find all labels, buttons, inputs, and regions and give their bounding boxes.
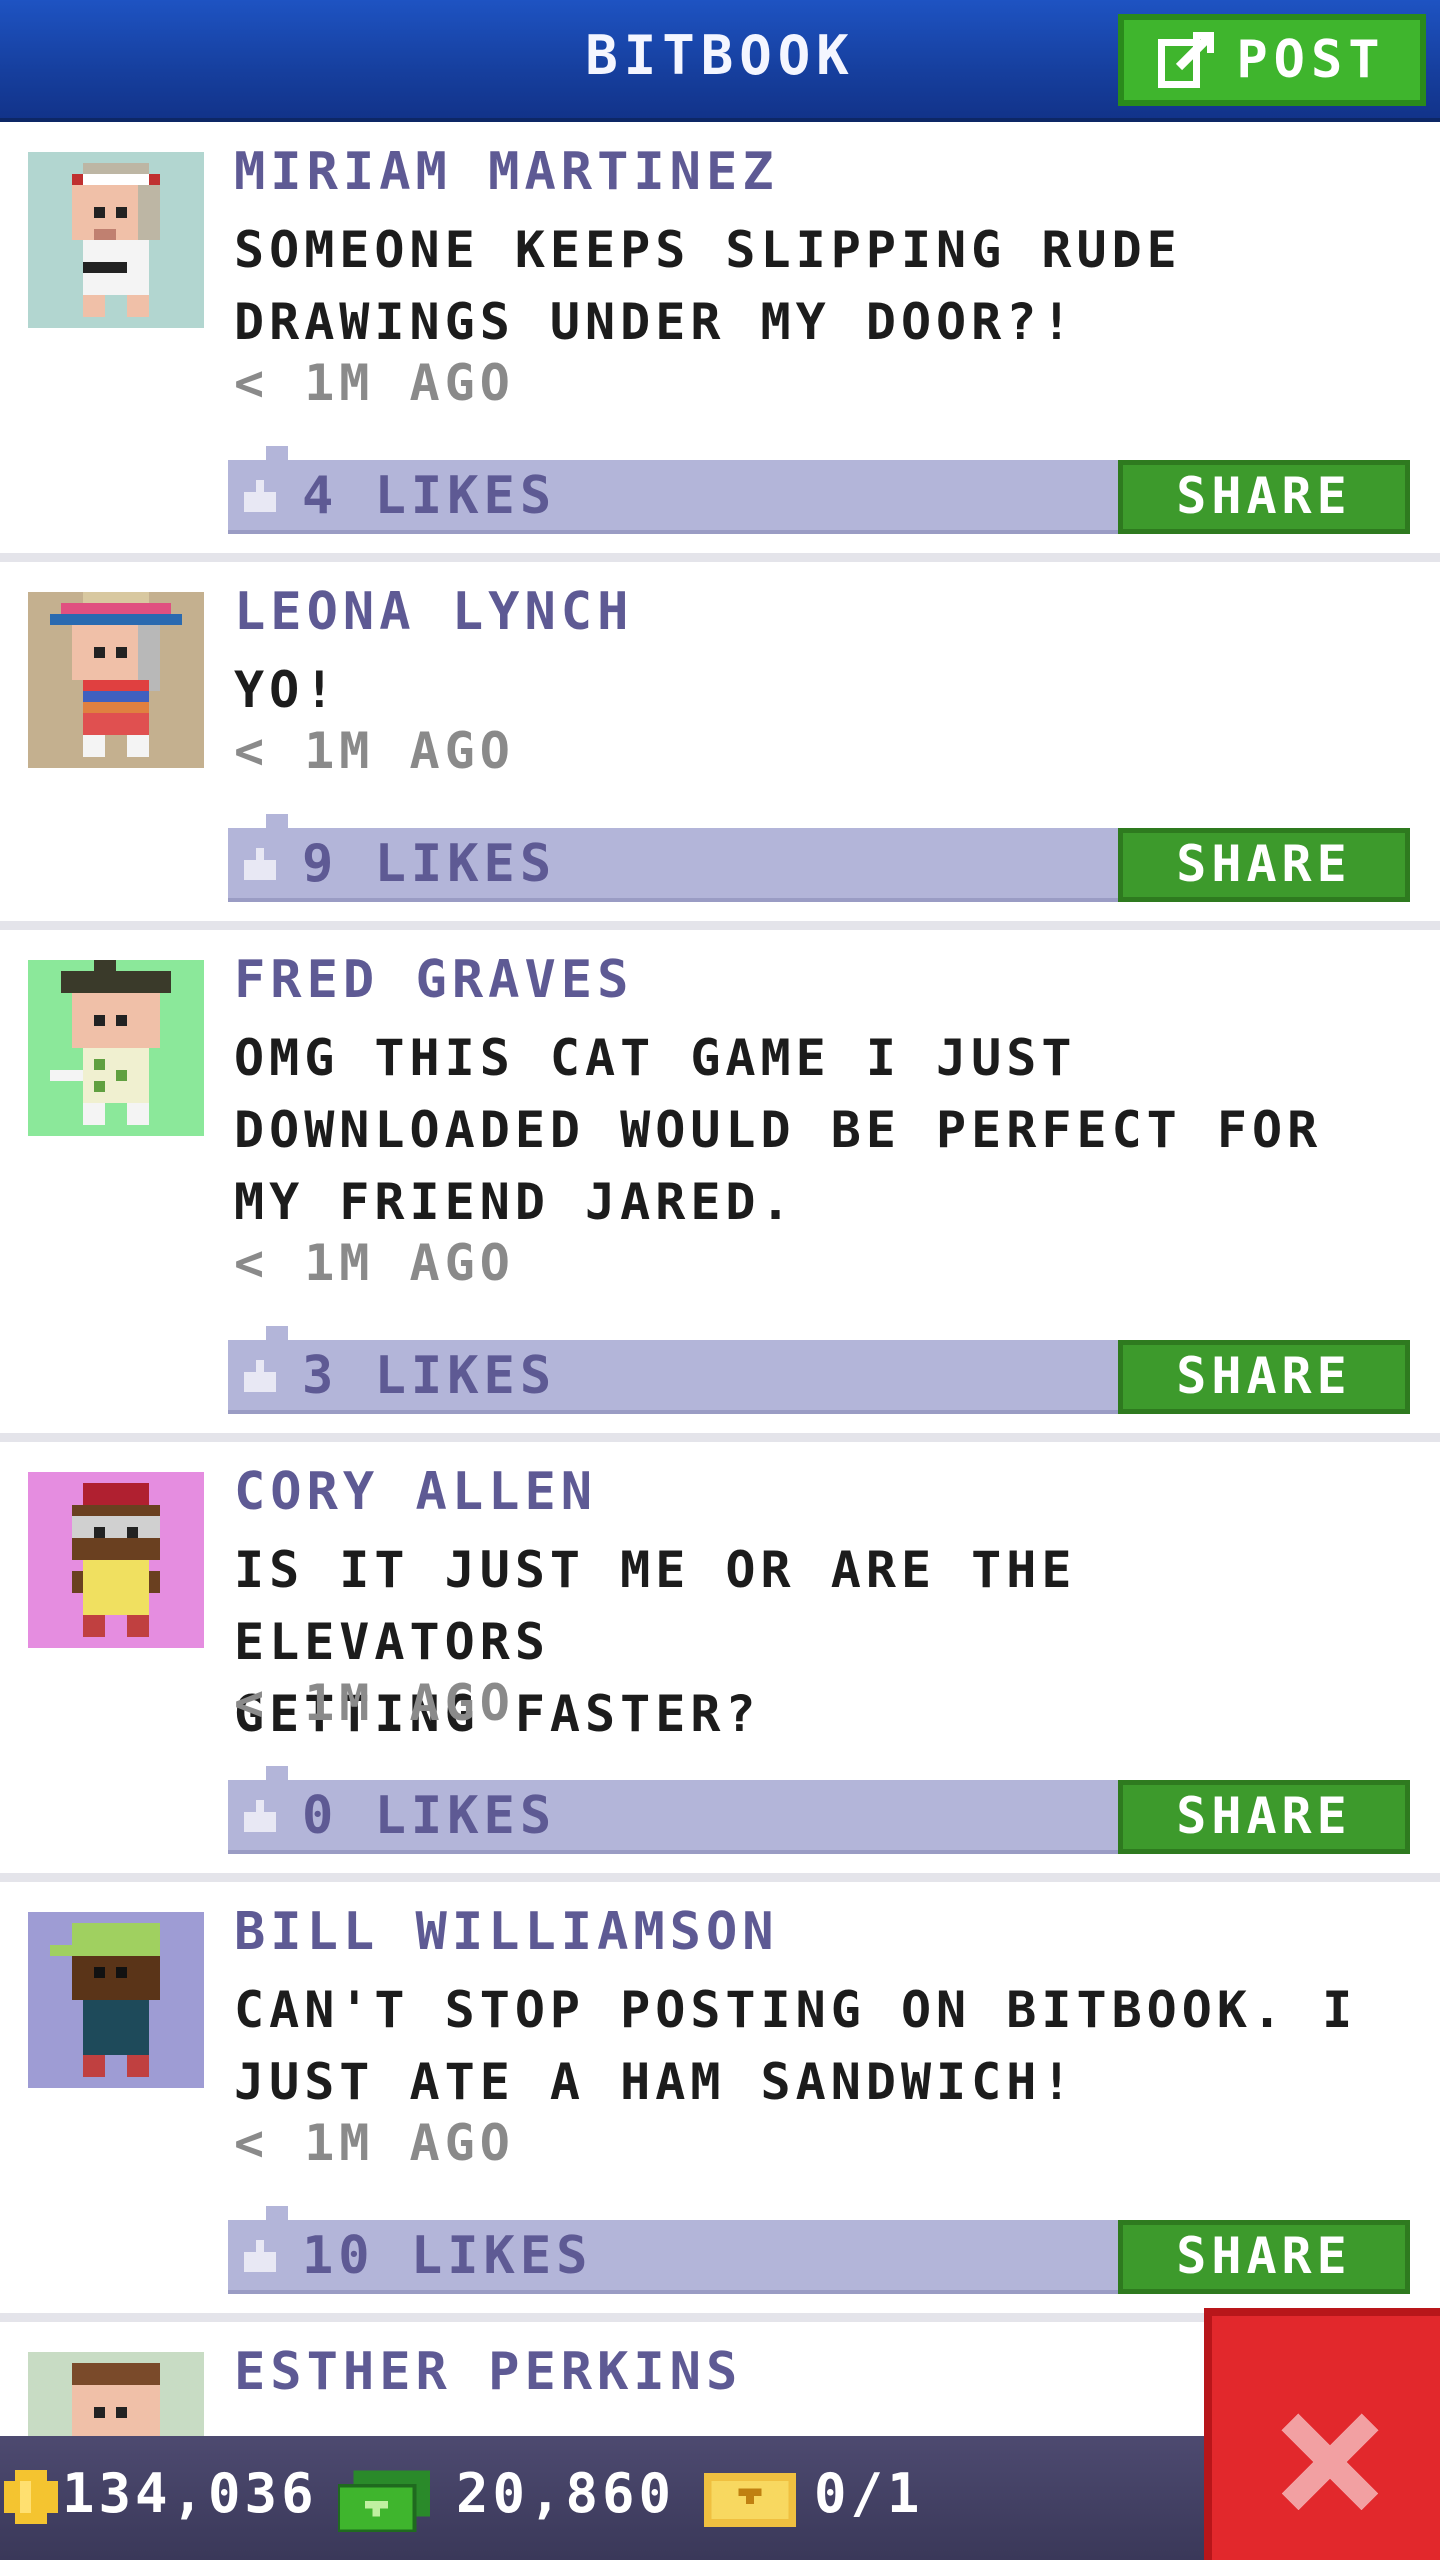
feed-post: MIRIAM MARTINEZ SOMEONE KEEPS SLIPPING R… bbox=[0, 122, 1440, 562]
author-name[interactable]: CORY ALLEN bbox=[234, 1462, 597, 1522]
thumb-up-icon[interactable] bbox=[240, 476, 280, 516]
ticket-icon bbox=[704, 2473, 796, 2527]
author-name[interactable]: FRED GRAVES bbox=[234, 950, 633, 1010]
likes-bar: 10 LIKES SHARE bbox=[228, 2206, 1410, 2294]
feed-post: FRED GRAVES OMG THIS CAT GAME I JUST DOW… bbox=[0, 930, 1440, 1442]
post-message: YO! bbox=[234, 661, 340, 719]
feed-post: BILL WILLIAMSON CAN'T STOP POSTING ON BI… bbox=[0, 1882, 1440, 2322]
cash-icon bbox=[338, 2470, 430, 2532]
thumb-up-icon[interactable] bbox=[240, 1796, 280, 1836]
post-time: < 1M AGO bbox=[234, 1234, 515, 1292]
edit-icon bbox=[1158, 32, 1215, 88]
post-time: < 1M AGO bbox=[234, 1674, 515, 1732]
share-button[interactable]: SHARE bbox=[1118, 828, 1410, 902]
likes-count: 9 LIKES bbox=[302, 834, 557, 894]
likes-bar-notch bbox=[266, 1326, 288, 1340]
likes-bar-notch bbox=[266, 446, 288, 460]
post-message: OMG THIS CAT GAME I JUST DOWNLOADED WOUL… bbox=[234, 1029, 1323, 1231]
feed-post: LEONA LYNCH YO! < 1M AGO 9 LIKES SHARE bbox=[0, 562, 1440, 930]
likes-bar: 9 LIKES SHARE bbox=[228, 814, 1410, 902]
likes-count: 10 LIKES bbox=[302, 2226, 593, 2286]
post-message: CAN'T STOP POSTING ON BITBOOK. I JUST AT… bbox=[234, 1981, 1358, 2111]
likes-bar-notch bbox=[266, 1766, 288, 1780]
coins-count: 134,036 bbox=[62, 2462, 318, 2525]
feed: MIRIAM MARTINEZ SOMEONE KEEPS SLIPPING R… bbox=[0, 122, 1440, 2528]
likes-bar-notch bbox=[266, 2206, 288, 2220]
close-icon bbox=[1281, 2413, 1379, 2511]
post-button-label: POST bbox=[1236, 30, 1386, 90]
share-button[interactable]: SHARE bbox=[1118, 1780, 1410, 1854]
likes-count: 3 LIKES bbox=[302, 1346, 557, 1406]
author-name[interactable]: ESTHER PERKINS bbox=[234, 2342, 742, 2402]
likes-bar: 3 LIKES SHARE bbox=[228, 1326, 1410, 1414]
feed-post: CORY ALLEN IS IT JUST ME OR ARE THE ELEV… bbox=[0, 1442, 1440, 1882]
avatar[interactable] bbox=[28, 152, 204, 328]
coin-icon bbox=[4, 2470, 58, 2524]
avatar[interactable] bbox=[28, 592, 204, 768]
likes-bar: 0 LIKES SHARE bbox=[228, 1766, 1410, 1854]
likes-count: 4 LIKES bbox=[302, 466, 557, 526]
post-time: < 1M AGO bbox=[234, 354, 515, 412]
avatar[interactable] bbox=[28, 1472, 204, 1648]
author-name[interactable]: BILL WILLIAMSON bbox=[234, 1902, 779, 1962]
author-name[interactable]: LEONA LYNCH bbox=[234, 582, 633, 642]
thumb-up-icon[interactable] bbox=[240, 1356, 280, 1396]
post-time: < 1M AGO bbox=[234, 722, 515, 780]
close-button[interactable] bbox=[1204, 2308, 1440, 2560]
post-time: < 1M AGO bbox=[234, 2114, 515, 2172]
likes-count: 0 LIKES bbox=[302, 1786, 557, 1846]
share-button[interactable]: SHARE bbox=[1118, 1340, 1410, 1414]
bux-count: 20,860 bbox=[456, 2462, 676, 2525]
thumb-up-icon[interactable] bbox=[240, 2236, 280, 2276]
tickets-count: 0/1 bbox=[814, 2462, 924, 2525]
share-button[interactable]: SHARE bbox=[1118, 2220, 1410, 2294]
share-button[interactable]: SHARE bbox=[1118, 460, 1410, 534]
avatar[interactable] bbox=[28, 960, 204, 1136]
likes-bar: 4 LIKES SHARE bbox=[228, 446, 1410, 534]
likes-bar-notch bbox=[266, 814, 288, 828]
thumb-up-icon[interactable] bbox=[240, 844, 280, 884]
avatar[interactable] bbox=[28, 1912, 204, 2088]
top-bar: BITBOOK POST bbox=[0, 0, 1440, 122]
post-button[interactable]: POST bbox=[1118, 14, 1426, 106]
author-name[interactable]: MIRIAM MARTINEZ bbox=[234, 142, 779, 202]
post-message: SOMEONE KEEPS SLIPPING RUDE DRAWINGS UND… bbox=[234, 221, 1182, 351]
